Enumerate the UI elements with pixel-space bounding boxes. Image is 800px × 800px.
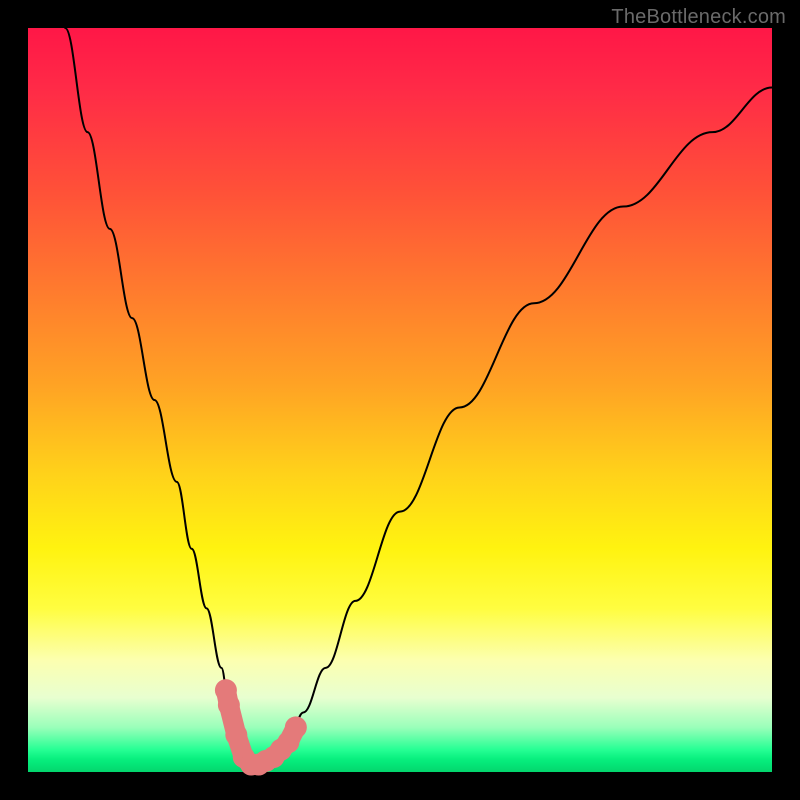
chart-frame: TheBottleneck.com xyxy=(0,0,800,800)
curve-svg xyxy=(28,28,772,772)
plot-area xyxy=(28,28,772,772)
highlight-dot xyxy=(285,716,307,738)
bottleneck-curve xyxy=(65,28,772,765)
highlight-dot xyxy=(218,694,240,716)
highlight-markers xyxy=(215,679,307,775)
watermark-text: TheBottleneck.com xyxy=(611,6,786,29)
highlight-dot xyxy=(225,724,247,746)
